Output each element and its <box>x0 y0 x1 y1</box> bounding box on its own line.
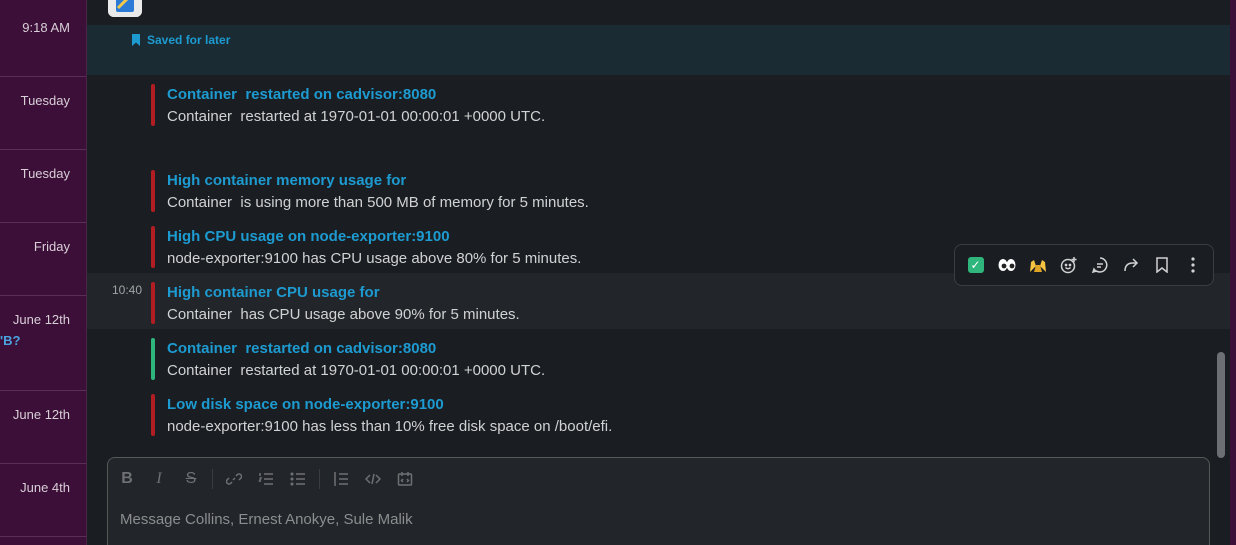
alert-title-link[interactable]: Low disk space on node-exporter:9100 <box>167 396 444 413</box>
bookmark-icon <box>132 34 140 46</box>
saved-for-later-text: Saved for later <box>147 33 231 47</box>
alert-status-bar <box>151 226 155 268</box>
alert-status-bar <box>151 338 155 380</box>
scrollbar-thumb[interactable] <box>1217 352 1225 458</box>
alert-status-bar <box>151 84 155 126</box>
ordered-list-icon[interactable] <box>253 466 279 492</box>
sidebar-time: June 4th <box>20 480 70 495</box>
toolbar-divider <box>319 469 320 489</box>
formatting-toolbar: B I S <box>114 466 418 492</box>
sidebar-time: Tuesday <box>20 166 70 181</box>
saved-for-later-banner <box>87 25 1230 75</box>
alert-message: Container restarted on cadvisor:8080 Con… <box>151 80 1151 126</box>
saved-for-later-label[interactable]: Saved for later <box>131 33 230 47</box>
sidebar-item[interactable]: 9:18 AM <box>0 0 86 77</box>
code-icon[interactable] <box>360 466 386 492</box>
sidebar-time: Tuesday <box>20 93 70 108</box>
sidebar-time: 9:18 AM <box>22 20 70 35</box>
add-reaction-icon[interactable] <box>1054 250 1083 280</box>
code-block-icon[interactable] <box>392 466 418 492</box>
alert-status-bar <box>151 282 155 324</box>
alert-body: Container restarted at 1970-01-01 00:00:… <box>167 362 546 379</box>
strikethrough-icon[interactable]: S <box>178 466 204 492</box>
alert-title-link[interactable]: High container memory usage for <box>167 172 406 189</box>
app-avatar <box>108 0 142 17</box>
more-actions-icon[interactable] <box>1178 250 1207 280</box>
alert-message: Container restarted on cadvisor:8080 Con… <box>151 334 1151 380</box>
toolbar-divider <box>212 469 213 489</box>
reply-thread-icon[interactable] <box>1085 250 1114 280</box>
alert-title-link[interactable]: High CPU usage on node-exporter:9100 <box>167 228 450 245</box>
sidebar-item[interactable]: Tuesday <box>0 77 86 150</box>
blockquote-icon[interactable] <box>328 466 354 492</box>
bookmark-icon[interactable] <box>1147 250 1176 280</box>
alert-body: Container has CPU usage above 90% for 5 … <box>167 306 520 323</box>
alert-status-bar <box>151 394 155 436</box>
alert-title-link[interactable]: Container restarted on cadvisor:8080 <box>167 340 436 357</box>
sidebar-time: Friday <box>33 239 70 254</box>
alert-body: Container is using more than 500 MB of m… <box>167 194 589 211</box>
sidebar-item[interactable]: June 12th <box>0 391 86 464</box>
eyes-emoji-icon[interactable] <box>992 250 1021 280</box>
alert-title-link[interactable]: Container restarted on cadvisor:8080 <box>167 86 436 103</box>
sidebar-item[interactable]: Friday <box>0 223 86 296</box>
alert-body: node-exporter:9100 has CPU usage above 8… <box>167 250 582 267</box>
alert-body: node-exporter:9100 has less than 10% fre… <box>167 418 613 435</box>
sidebar-time: June 12th <box>12 407 70 422</box>
bulleted-list-icon[interactable] <box>285 466 311 492</box>
alert-title-link[interactable]: High container CPU usage for <box>167 284 380 301</box>
check-mark-emoji-icon[interactable]: ✓ <box>961 250 990 280</box>
sidebar-item[interactable]: Tuesday <box>0 150 86 223</box>
message-timestamp[interactable]: 10:40 <box>112 283 142 297</box>
message-composer: B I S <box>107 457 1210 545</box>
window-edge <box>1230 0 1236 545</box>
message-actions-toolbar: ✓ <box>954 244 1214 286</box>
italic-icon[interactable]: I <box>146 466 172 492</box>
link-icon[interactable] <box>221 466 247 492</box>
message-pane: Saved for later 10:40 Container restarte… <box>87 0 1230 545</box>
sidebar-item[interactable]: June 4th <box>0 464 86 537</box>
alert-message: Low disk space on node-exporter:9100 nod… <box>151 390 1151 436</box>
alert-body: Container restarted at 1970-01-01 00:00:… <box>167 108 546 125</box>
alert-status-bar <box>151 170 155 212</box>
conversation-sidebar: 9:18 AM Tuesday Tuesday Friday June 12th… <box>0 0 87 545</box>
alert-message: High container memory usage for Containe… <box>151 166 1151 212</box>
forward-icon[interactable] <box>1116 250 1145 280</box>
bold-icon[interactable]: B <box>114 466 140 492</box>
sidebar-time: June 12th <box>12 312 70 327</box>
raised-hands-emoji-icon[interactable] <box>1023 250 1052 280</box>
message-input[interactable] <box>120 508 1190 530</box>
sidebar-partial-link[interactable]: 'B? <box>0 333 20 348</box>
